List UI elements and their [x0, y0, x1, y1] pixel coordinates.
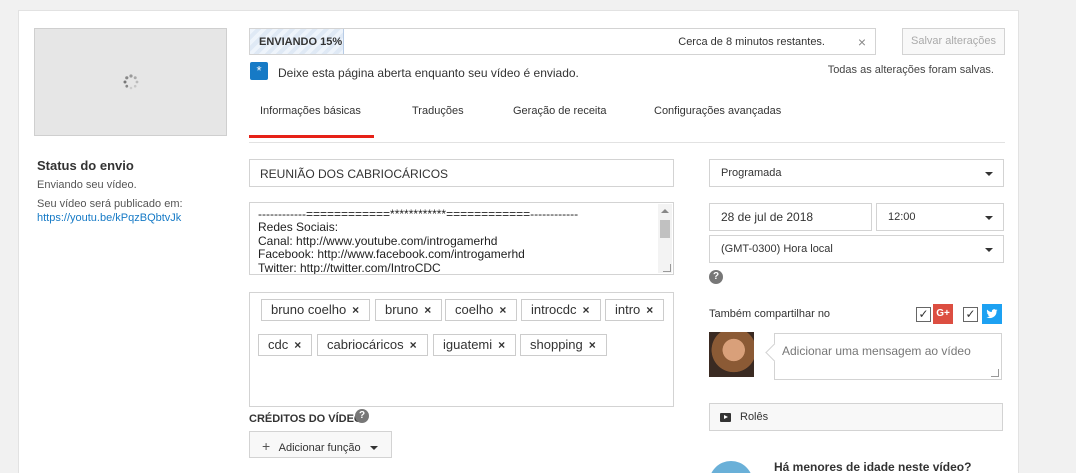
children-icon [709, 461, 753, 473]
upload-progress-bar: ENVIANDO 15% Cerca de 8 minutos restante… [249, 28, 876, 55]
video-thumbnail [34, 28, 227, 136]
tag-chip: iguatemi × [433, 334, 517, 356]
tab-monetization[interactable]: Geração de receita [513, 105, 607, 117]
resize-handle-icon[interactable] [663, 264, 671, 272]
upload-card: Status do envio Enviando seu vídeo. Seu … [18, 10, 1019, 473]
chevron-down-icon [369, 446, 378, 451]
remove-tag-icon[interactable]: × [410, 338, 417, 352]
description-line: Twitter: http://twitter.com/IntroCDC [258, 260, 441, 275]
timezone-select[interactable]: (GMT-0300) Hora local [709, 235, 1004, 263]
tab-bar: Informações básicas Traduções Geração de… [249, 99, 1005, 143]
video-credits-label: CRÉDITOS DO VÍDEO [249, 413, 363, 425]
info-star-icon: * [250, 62, 268, 80]
video-description-textarea[interactable]: ------------============************====… [249, 202, 674, 275]
description-line: Canal: http://www.youtube.com/introgamer… [258, 233, 498, 248]
loading-spinner-icon [123, 74, 139, 90]
description-line: ------------============************====… [258, 207, 579, 221]
share-message-placeholder: Adicionar uma mensagem ao vídeo [782, 344, 971, 358]
time-value: 12:00 [888, 211, 916, 223]
help-icon[interactable]: ? [355, 409, 369, 423]
progress-label: ENVIANDO 15% [259, 36, 343, 48]
remove-tag-icon[interactable]: × [499, 303, 506, 317]
tag-chip: introcdc × [521, 299, 601, 321]
scroll-thumb[interactable] [660, 220, 670, 238]
schedule-date-input[interactable]: 28 de jul de 2018 [709, 203, 872, 231]
avatar [709, 332, 754, 377]
remove-tag-icon[interactable]: × [583, 303, 590, 317]
share-message-input[interactable]: Adicionar uma mensagem ao vídeo [774, 333, 1002, 380]
chevron-down-icon [985, 248, 993, 252]
tag-chip: intro × [605, 299, 665, 321]
help-icon[interactable]: ? [709, 270, 723, 284]
upload-status-text: Enviando seu vídeo. [37, 179, 137, 191]
tag-chip: bruno × [375, 299, 443, 321]
resize-handle-icon[interactable] [991, 369, 999, 377]
chevron-down-icon [985, 216, 993, 220]
tag-chip: cdc × [258, 334, 313, 356]
add-role-label: Adicionar função [278, 442, 361, 454]
keep-page-open-notice: Deixe esta página aberta enquanto seu ví… [278, 66, 579, 80]
cancel-upload-icon[interactable]: × [858, 34, 866, 50]
roles-label: Rolês [740, 411, 769, 423]
date-value: 28 de jul de 2018 [721, 210, 814, 224]
remove-tag-icon[interactable]: × [646, 303, 653, 317]
tag-chip: cabriocáricos × [317, 334, 428, 356]
description-line: Redes Sociais: [258, 220, 339, 235]
minors-question: Há menores de idade neste vídeo? [774, 460, 972, 473]
tab-basic-info[interactable]: Informações básicas [249, 105, 374, 138]
remove-tag-icon[interactable]: × [498, 338, 505, 352]
tag-chip: coelho × [445, 299, 518, 321]
tag-chip: shopping × [520, 334, 607, 356]
playlist-icon [720, 413, 731, 422]
tag-chip: bruno coelho × [261, 299, 371, 321]
remove-tag-icon[interactable]: × [352, 303, 359, 317]
tab-translations[interactable]: Traduções [412, 105, 464, 117]
tags-input[interactable]: bruno coelho × bruno × coelho × introcdc × i… [249, 292, 674, 407]
remove-tag-icon[interactable]: × [589, 338, 596, 352]
save-changes-button[interactable]: Salvar alterações [902, 28, 1005, 55]
share-label: Também compartilhar no [709, 308, 831, 320]
remove-tag-icon[interactable]: × [294, 338, 301, 352]
privacy-value: Programada [721, 167, 782, 179]
saved-status: Todas as alterações foram salvas. [827, 64, 994, 76]
share-twitter-checkbox[interactable]: ✓ [963, 307, 978, 322]
upload-status-title: Status do envio [37, 158, 134, 173]
roles-button[interactable]: Rolês [709, 403, 1003, 431]
tab-advanced-settings[interactable]: Configurações avançadas [654, 105, 781, 117]
google-plus-icon: G+ [933, 304, 953, 324]
chevron-down-icon [985, 172, 993, 176]
timezone-value: (GMT-0300) Hora local [721, 243, 833, 255]
share-google-plus-checkbox[interactable]: ✓ [916, 307, 931, 322]
time-remaining: Cerca de 8 minutos restantes. [678, 36, 825, 48]
publish-label: Seu vídeo será publicado em: [37, 198, 183, 210]
schedule-time-select[interactable]: 12:00 [876, 203, 1004, 231]
scroll-up-icon[interactable] [661, 209, 669, 213]
twitter-icon [982, 304, 1002, 324]
video-url-link[interactable]: https://youtu.be/kPqzBQbtvJk [37, 212, 181, 224]
description-scrollbar[interactable] [658, 204, 672, 273]
remove-tag-icon[interactable]: × [424, 303, 431, 317]
description-line: Facebook: http://www.facebook.com/introg… [258, 247, 525, 262]
add-role-button[interactable]: + Adicionar função [249, 431, 392, 458]
video-title-input[interactable]: REUNIÃO DOS CABRIOCÁRICOS [249, 159, 674, 187]
privacy-select[interactable]: Programada [709, 159, 1004, 187]
plus-icon: + [262, 438, 271, 454]
